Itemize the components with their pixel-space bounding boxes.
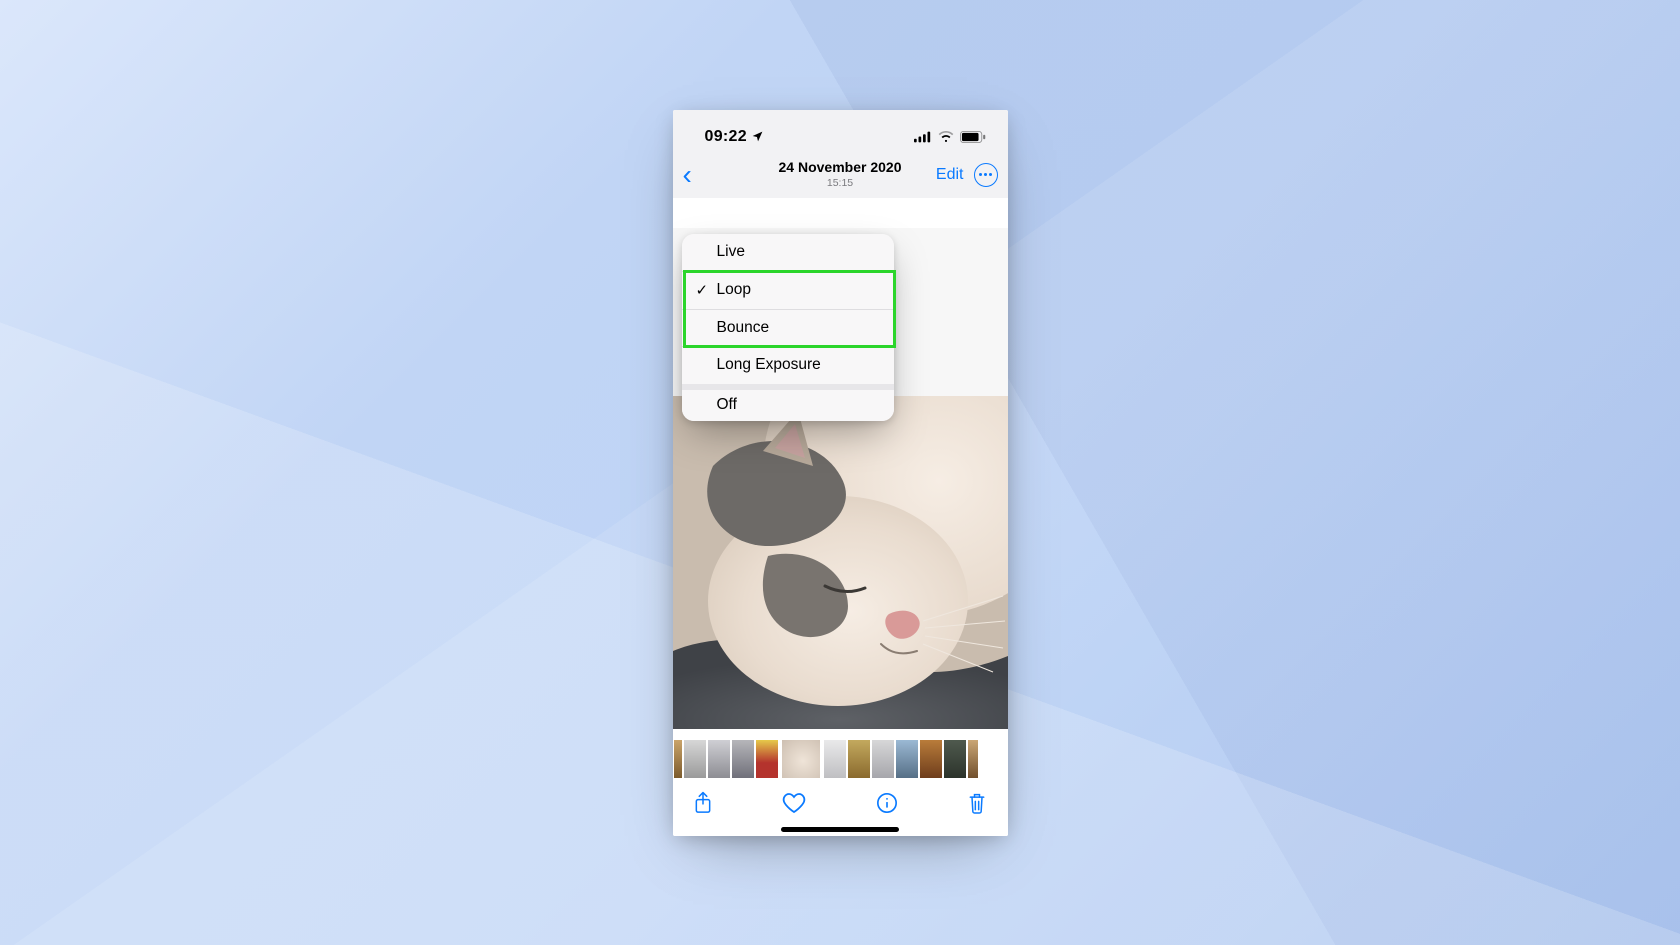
filmstrip-thumb[interactable] bbox=[684, 740, 706, 778]
share-icon bbox=[693, 791, 713, 815]
heart-icon bbox=[782, 792, 806, 814]
nav-bar: ‹ 24 November 2020 15:15 Edit bbox=[673, 152, 1008, 198]
trash-icon bbox=[967, 791, 987, 815]
filmstrip-thumb[interactable] bbox=[848, 740, 870, 778]
cellular-signal-icon bbox=[914, 131, 932, 143]
more-actions-button[interactable] bbox=[974, 163, 998, 187]
filmstrip-thumb[interactable] bbox=[896, 740, 918, 778]
menu-item-long-exposure[interactable]: Long Exposure bbox=[682, 346, 894, 384]
filmstrip-thumb[interactable] bbox=[824, 740, 846, 778]
menu-item-loop[interactable]: ✓ Loop bbox=[682, 271, 894, 309]
menu-item-live[interactable]: Live bbox=[682, 234, 894, 272]
edit-button[interactable]: Edit bbox=[936, 166, 964, 184]
filmstrip-thumb-current[interactable] bbox=[782, 740, 820, 778]
filmstrip-thumb[interactable] bbox=[732, 740, 754, 778]
menu-item-label: Off bbox=[717, 396, 737, 414]
status-left: 09:22 bbox=[705, 128, 764, 146]
share-button[interactable] bbox=[693, 791, 713, 815]
filmstrip-thumb[interactable] bbox=[920, 740, 942, 778]
favorite-button[interactable] bbox=[782, 792, 806, 814]
status-bar: 09:22 bbox=[673, 110, 1008, 152]
main-photo bbox=[673, 396, 1008, 729]
battery-icon bbox=[960, 131, 986, 143]
home-indicator[interactable] bbox=[781, 827, 899, 832]
menu-item-label: Live bbox=[717, 243, 745, 261]
back-button[interactable]: ‹ bbox=[679, 161, 696, 189]
menu-item-bounce[interactable]: Bounce bbox=[682, 309, 894, 347]
menu-item-label: Loop bbox=[717, 281, 751, 299]
filmstrip-thumb[interactable] bbox=[708, 740, 730, 778]
live-photo-effect-menu: Live ✓ Loop Bounce Long Exposure Off bbox=[682, 234, 894, 422]
menu-item-off[interactable]: Off bbox=[682, 384, 894, 422]
location-arrow-icon bbox=[751, 130, 764, 143]
menu-item-label: Bounce bbox=[717, 319, 770, 337]
menu-item-label: Long Exposure bbox=[717, 356, 821, 374]
filmstrip-thumb[interactable] bbox=[674, 740, 682, 778]
info-button[interactable] bbox=[876, 792, 898, 814]
filmstrip-thumb[interactable] bbox=[872, 740, 894, 778]
wifi-icon bbox=[938, 131, 954, 143]
delete-button[interactable] bbox=[967, 791, 987, 815]
iphone-screenshot: 09:22 ‹ 24 November 2020 15:15 bbox=[673, 110, 1008, 836]
checkmark-icon: ✓ bbox=[696, 281, 709, 299]
filmstrip-thumb[interactable] bbox=[968, 740, 978, 778]
info-icon bbox=[876, 792, 898, 814]
status-right bbox=[914, 131, 986, 143]
filmstrip-thumb[interactable] bbox=[756, 740, 778, 778]
photo-filmstrip[interactable] bbox=[673, 740, 1008, 778]
filmstrip-thumb[interactable] bbox=[944, 740, 966, 778]
status-time: 09:22 bbox=[705, 128, 747, 146]
